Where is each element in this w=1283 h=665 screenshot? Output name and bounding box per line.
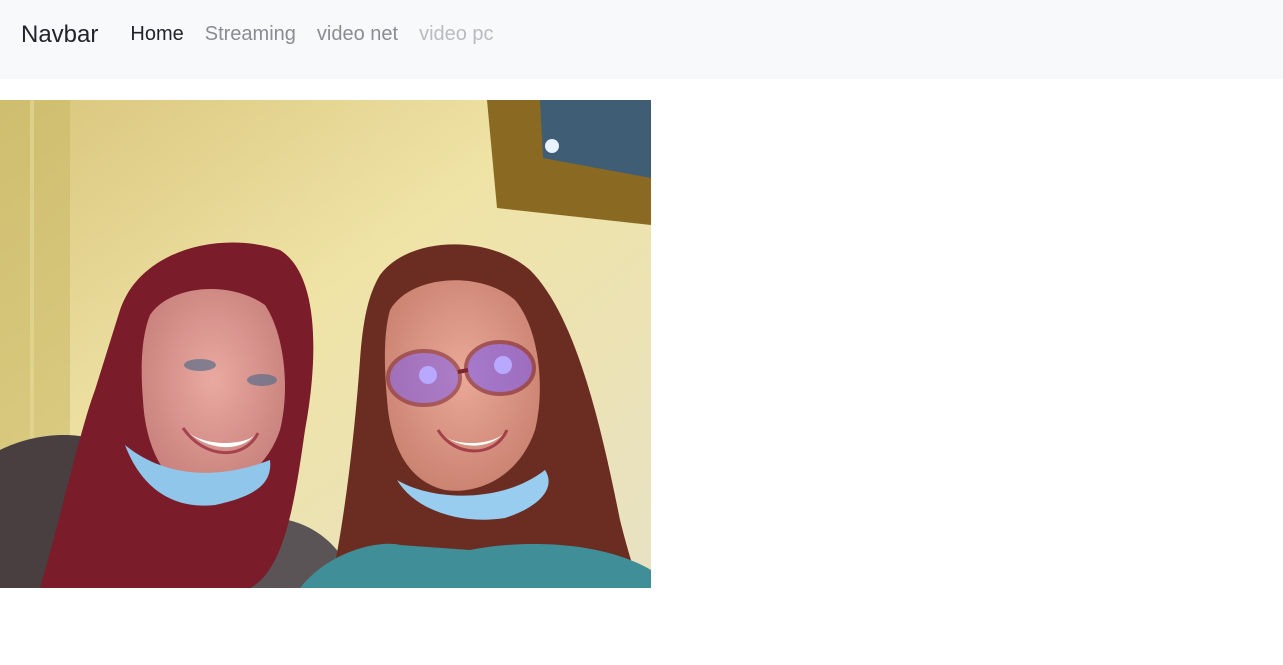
- nav-link-home[interactable]: Home: [130, 23, 183, 46]
- nav-link-video-pc: video pc: [419, 23, 494, 45]
- nav-link-video-net[interactable]: video net: [317, 23, 398, 46]
- webcam-image: [0, 100, 651, 588]
- top-navbar: Navbar Home Streaming video net video pc: [0, 0, 1283, 79]
- nav-links: Home Streaming video net video pc: [130, 23, 514, 46]
- webcam-video-frame: [0, 100, 651, 588]
- nav-link-streaming[interactable]: Streaming: [205, 23, 296, 46]
- navbar-brand[interactable]: Navbar: [21, 21, 98, 49]
